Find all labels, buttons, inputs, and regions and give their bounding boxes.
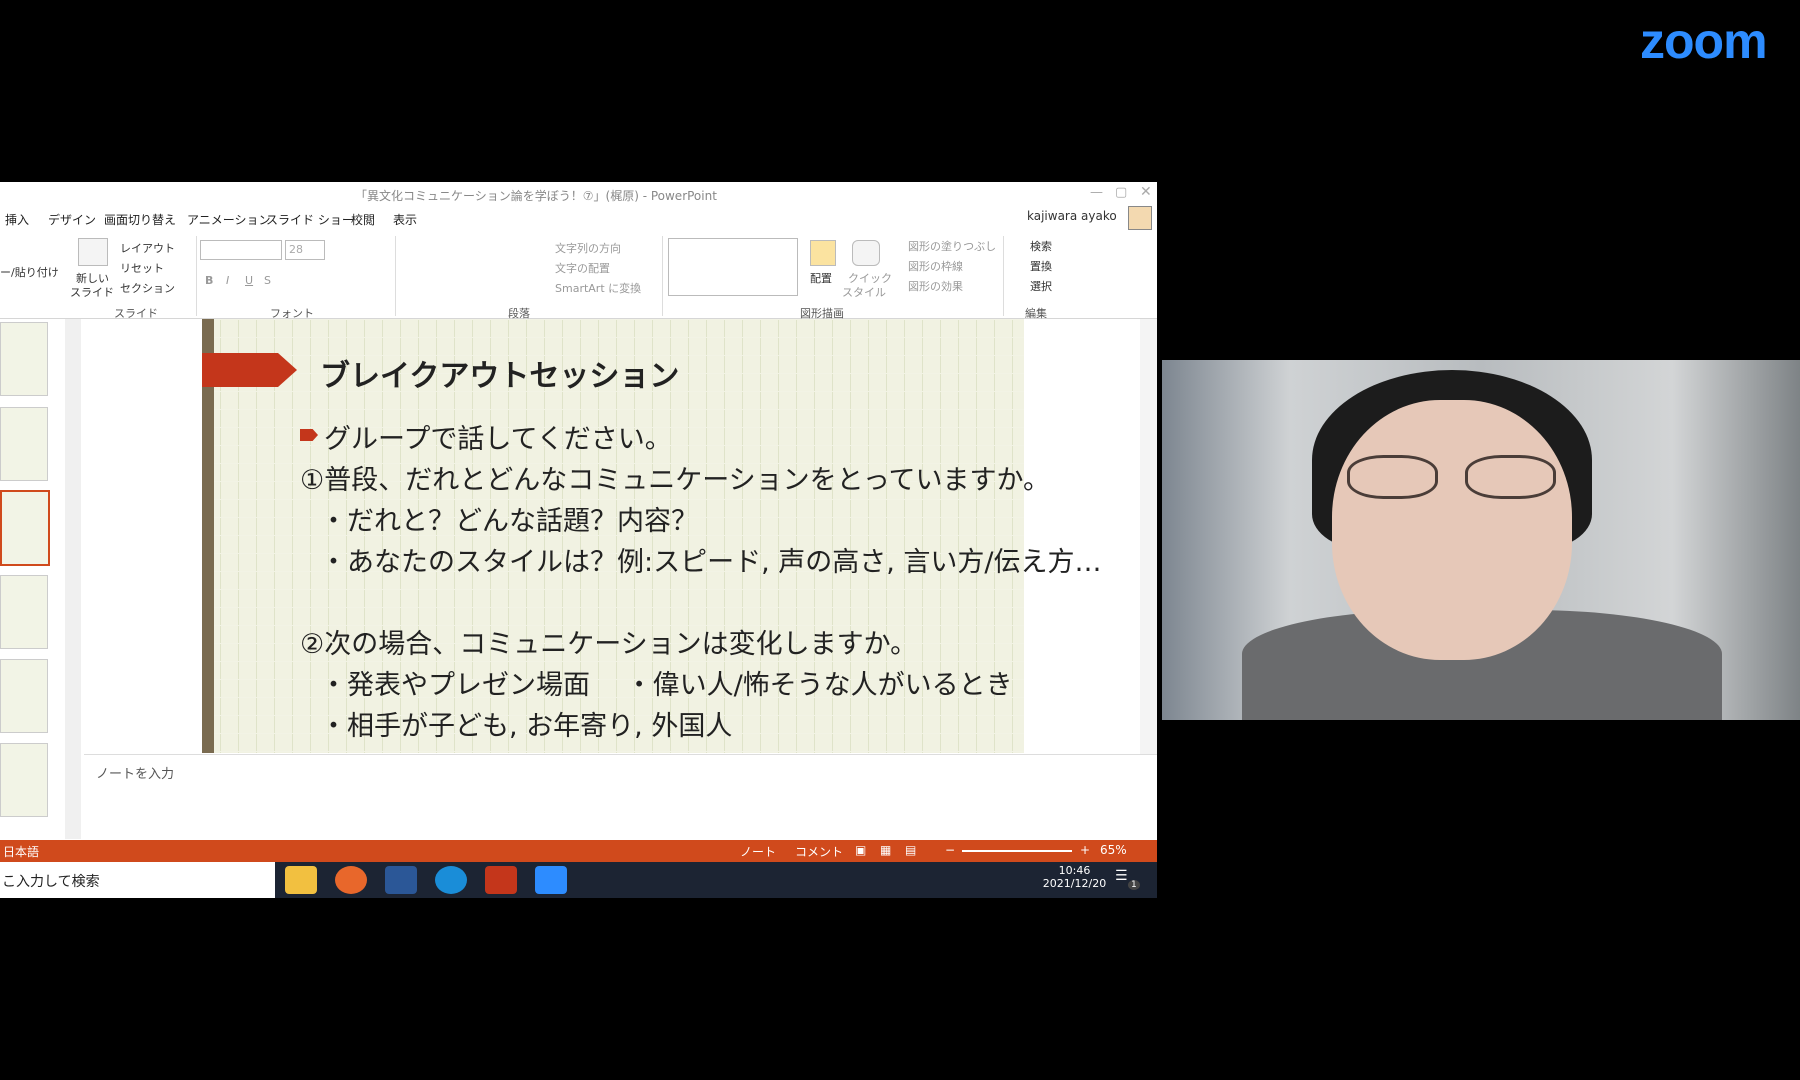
shape-effects-button[interactable]: 図形の効果 [908, 278, 963, 294]
zoom-logo: zoom [1640, 13, 1768, 69]
slide-thumbnail-selected[interactable] [0, 490, 50, 566]
powerpoint-icon[interactable] [485, 866, 517, 894]
font-size-input[interactable]: 28 [285, 240, 325, 260]
zoom-in-icon[interactable]: + [1080, 843, 1090, 857]
tab-transitions[interactable]: 画面切り替え [104, 211, 176, 228]
shape-fill-button[interactable]: 図形の塗りつぶし [908, 238, 996, 254]
user-name[interactable]: kajiwara ayako [1027, 209, 1117, 223]
bullet-arrow-icon [300, 429, 318, 441]
italic-button[interactable]: I [226, 274, 229, 287]
arrange-icon[interactable] [810, 240, 836, 266]
slide-line: ・相手が子ども, お年寄り, 外国人 [320, 711, 733, 742]
slide-scrollbar[interactable] [1140, 319, 1157, 754]
font-size-value: 28 [289, 243, 303, 256]
paste-label[interactable]: ー/貼り付け [0, 264, 59, 280]
window-title: 「異文化コミュニケーション論を学ぼう！⑦」(梶原) - PowerPoint [355, 189, 717, 203]
title-bar: 「異文化コミュニケーション論を学ぼう！⑦」(梶原) - PowerPoint —… [0, 182, 1157, 208]
notes-toggle-button[interactable]: ノート [740, 843, 776, 860]
new-slide-button-line2[interactable]: スライド [70, 284, 114, 300]
tab-insert[interactable]: 挿入 [5, 211, 29, 228]
text-align-button[interactable]: 文字の配置 [555, 260, 610, 276]
slide-line: ・あなたのスタイルは？例:スピード, 声の高さ, 言い方/伝え方… [320, 547, 1102, 578]
shadow-button[interactable]: S [264, 274, 271, 287]
glasses-icon [1347, 455, 1557, 499]
taskbar-search-input[interactable]: こ入力して検索 [0, 862, 275, 898]
close-icon[interactable]: ✕ [1140, 184, 1152, 200]
slide[interactable]: ブレイクアウトセッション グループで話してください。 ①普段、だれとどんなコミュ… [202, 319, 1102, 753]
zoom-level[interactable]: 65% [1100, 843, 1127, 857]
slide-line: ①普段、だれとどんなコミュニケーションをとっていますか。 [300, 465, 1050, 496]
slide-thumbnail[interactable] [0, 743, 48, 817]
slide-thumbnail[interactable] [0, 407, 48, 481]
zoom-app-icon[interactable] [535, 866, 567, 894]
notification-badge: 1 [1128, 880, 1140, 890]
shape-outline-button[interactable]: 図形の枠線 [908, 258, 963, 274]
slide-line: ・だれと？どんな話題？内容？ [320, 506, 698, 537]
slide-line: ・発表やプレゼン場面 ・偉い人/怖そうな人がいるとき [320, 670, 1013, 701]
avatar[interactable] [1128, 206, 1152, 230]
firefox-icon[interactable] [335, 866, 367, 894]
status-language[interactable]: 日本語 [3, 843, 39, 860]
shapes-gallery[interactable] [668, 238, 798, 296]
tab-view[interactable]: 表示 [393, 211, 417, 228]
bold-button[interactable]: B [205, 274, 213, 287]
clock-time: 10:46 [1058, 864, 1091, 877]
slide-thumbnail[interactable] [0, 659, 48, 733]
minimize-icon[interactable]: — [1090, 185, 1103, 200]
reset-button[interactable]: リセット [120, 260, 164, 276]
select-button[interactable]: 選択 [1030, 278, 1052, 294]
arrange-button[interactable]: 配置 [810, 270, 832, 286]
slide-thumbnail[interactable] [0, 575, 48, 649]
file-explorer-icon[interactable] [285, 866, 317, 894]
slide-line: ②次の場合、コミュニケーションは変化しますか。 [300, 629, 918, 660]
ribbon: ー/貼り付け 新しい スライド レイアウト リセット セクション スライド 28… [0, 230, 1157, 320]
maximize-icon[interactable]: ▢ [1115, 185, 1127, 200]
comments-toggle-button[interactable]: コメント [795, 843, 843, 860]
normal-view-icon[interactable]: ▣ [855, 843, 866, 857]
smartart-button[interactable]: SmartArt に変換 [555, 280, 641, 296]
sorter-view-icon[interactable]: ▦ [880, 843, 891, 857]
underline-button[interactable]: U [245, 274, 253, 287]
thumbnail-scrollbar[interactable] [65, 319, 81, 839]
slide-line: グループで話してください。 [324, 424, 672, 455]
ribbon-tabs: 挿入 デザイン 画面切り替え アニメーション スライド ショー 校閲 表示 [0, 208, 1157, 230]
edge-icon[interactable] [435, 866, 467, 894]
new-slide-icon[interactable] [78, 238, 108, 266]
shared-screen: 「異文化コミュニケーション論を学ぼう！⑦」(梶原) - PowerPoint —… [0, 182, 1157, 898]
slide-title: ブレイクアウトセッション [320, 359, 680, 394]
participant-face [1332, 400, 1572, 660]
notes-pane[interactable]: ノートを入力 [84, 754, 1157, 841]
quick-style-button-line2[interactable]: スタイル [842, 284, 886, 300]
taskbar-search-placeholder: こ入力して検索 [2, 874, 100, 890]
tab-animations[interactable]: アニメーション [187, 211, 271, 228]
slide-thumbnail[interactable] [0, 322, 48, 396]
word-icon[interactable] [385, 866, 417, 894]
replace-button[interactable]: 置換 [1030, 258, 1052, 274]
taskbar-clock[interactable]: 10:46 2021/12/20 [1032, 862, 1117, 898]
tab-review[interactable]: 校閲 [351, 211, 375, 228]
zoom-slider[interactable] [962, 850, 1072, 852]
participant-video[interactable] [1162, 360, 1800, 720]
tab-design[interactable]: デザイン [48, 211, 96, 228]
title-arrow-decoration [202, 353, 297, 387]
clock-date: 2021/12/20 [1042, 877, 1107, 890]
zoom-out-icon[interactable]: − [945, 843, 955, 857]
text-direction-button[interactable]: 文字列の方向 [555, 240, 621, 256]
quick-style-icon[interactable] [852, 240, 880, 266]
section-button[interactable]: セクション [120, 280, 175, 296]
status-bar: 日本語 ノート コメント ▣ ▦ ▤ − + 65% [0, 840, 1157, 862]
reading-view-icon[interactable]: ▤ [905, 843, 916, 857]
tab-slideshow[interactable]: スライド ショー [266, 211, 354, 228]
notes-placeholder: ノートを入力 [96, 767, 175, 782]
layout-button[interactable]: レイアウト [120, 240, 175, 256]
find-button[interactable]: 検索 [1030, 238, 1052, 254]
font-name-input[interactable] [200, 240, 282, 260]
